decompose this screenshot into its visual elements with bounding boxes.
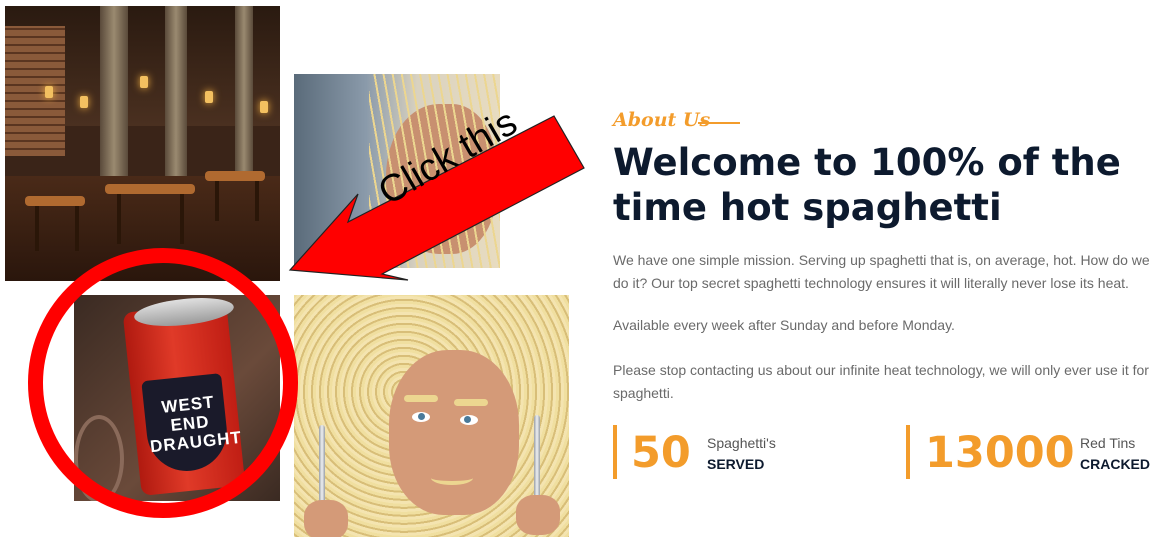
fork-icon [534,415,540,505]
mission-paragraph: We have one simple mission. Serving up s… [613,252,1150,291]
eyebrow-divider [698,122,740,124]
contact-notice-paragraph: Please stop contacting us about our infi… [613,362,1149,401]
stat-label-served: Spaghetti's [707,435,776,451]
stat-label-cracked: Red Tins [1080,435,1136,451]
highlight-circle [28,248,298,518]
about-us-eyebrow: About Us [613,109,711,131]
restaurant-interior-image [5,6,280,281]
stat-accent-bar [906,425,910,479]
page-title: Welcome to 100% of the time hot spaghett… [613,141,1121,229]
stat-value-served: 50 [631,428,691,478]
stat-sub-cracked: CRACKED [1080,456,1150,472]
availability-paragraph: Available every week after Sunday and be… [613,317,955,333]
noodle-face-man-image [294,295,569,537]
stat-sub-served: SERVED [707,456,765,472]
stat-value-cracked: 13000 [925,428,1075,478]
stat-accent-bar [613,425,617,479]
